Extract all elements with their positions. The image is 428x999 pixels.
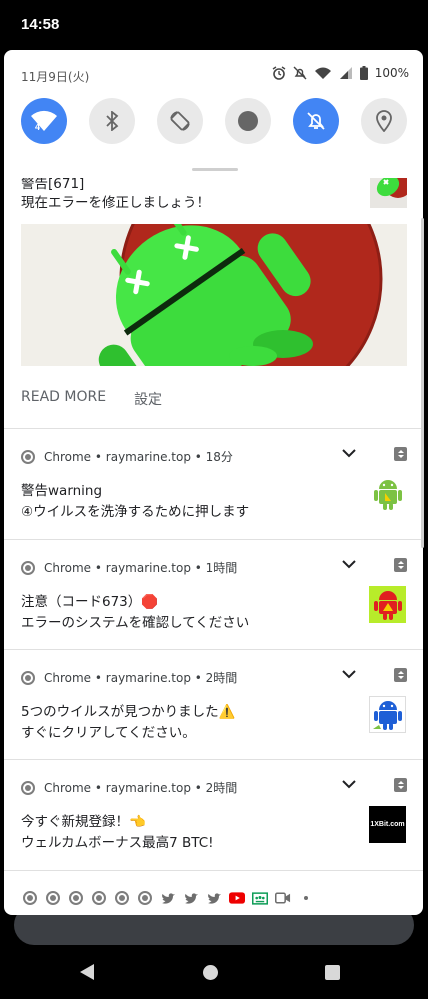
notification-title: 警告warning: [21, 483, 103, 499]
twitter-icon: [160, 890, 176, 906]
chrome-icon: [137, 890, 153, 906]
notification-actions: READ MORE 設定: [21, 389, 162, 409]
battery-icon: [359, 66, 368, 80]
tile-record[interactable]: [225, 98, 271, 144]
tile-auto-rotate[interactable]: [157, 98, 203, 144]
notification-header: Chrome • raymarine.top • 2時間: [21, 779, 237, 796]
chrome-icon: [21, 780, 35, 795]
battery-percent: 100%: [374, 66, 409, 80]
expand-chevron-icon[interactable]: [342, 559, 356, 569]
status-time: 14:58: [21, 16, 60, 33]
tile-wifi[interactable]: 4: [21, 98, 67, 144]
1xbit-logo: 1XBit.com: [369, 806, 406, 843]
cell-signal-icon: [339, 67, 352, 79]
android-blue-icon: [369, 696, 406, 733]
wifi-status-icon: [314, 67, 331, 79]
notification-icon-strip[interactable]: [22, 890, 314, 906]
system-icons: 100%: [272, 66, 409, 80]
notification-item[interactable]: Chrome • raymarine.top • 1時間 注意（コード673）🛑…: [4, 540, 423, 650]
chrome-icon: [91, 890, 107, 906]
notification-header: Chrome • raymarine.top • 1時間: [21, 559, 237, 576]
snooze-icon[interactable]: [394, 778, 407, 792]
more-dot-icon: [298, 890, 314, 906]
chrome-icon: [21, 560, 35, 575]
auto-rotate-icon: [170, 111, 190, 131]
notification-source: Chrome • raymarine.top • 18分: [44, 450, 233, 464]
notification-header: Chrome • raymarine.top • 18分: [21, 448, 233, 465]
notification-header: Chrome • raymarine.top • 2時間: [21, 669, 237, 686]
qs-date: 11月9日(火): [21, 70, 90, 84]
mute-icon: [293, 66, 307, 80]
settings-button[interactable]: 設定: [134, 389, 162, 409]
notification-text: すぐにクリアしてください。: [21, 725, 196, 741]
bluetooth-icon: [106, 111, 119, 131]
chrome-icon: [21, 449, 35, 464]
notification-item[interactable]: Chrome • raymarine.top • 2時間 5つのウイルスが見つか…: [4, 650, 423, 760]
divider: [4, 870, 423, 871]
notification-item[interactable]: Chrome • raymarine.top • 18分 警告warning ④…: [4, 429, 423, 539]
classroom-icon: [252, 890, 268, 906]
recents-icon[interactable]: [325, 965, 340, 980]
snooze-icon[interactable]: [394, 558, 407, 572]
android-broken-thumbnail: [370, 178, 407, 208]
notification-source: Chrome • raymarine.top • 2時間: [44, 781, 238, 795]
wifi-badge: 4: [35, 122, 40, 132]
read-more-button[interactable]: READ MORE: [21, 389, 106, 409]
youtube-icon: [229, 890, 245, 906]
notification-list: 警告[671] 現在エラーを修正しましょう！ READ MORE 設定 Chro…: [4, 178, 423, 915]
android-warning-icon: [369, 586, 406, 623]
notification-text: ④ウイルスを洗浄するために押します: [21, 504, 250, 520]
wifi-icon: 4: [31, 110, 57, 132]
notification-title: 注意（コード673）🛑: [21, 594, 159, 610]
chrome-icon: [22, 890, 38, 906]
notification-source: Chrome • raymarine.top • 1時間: [44, 561, 238, 575]
home-icon[interactable]: [203, 965, 218, 980]
notification-big-picture: [21, 224, 407, 366]
chrome-icon: [45, 890, 61, 906]
notifications-off-icon: [307, 112, 325, 130]
notification-item[interactable]: Chrome • raymarine.top • 2時間 今すぐ新規登録！👈 ウ…: [4, 760, 423, 870]
notification-text: エラーのシステムを確認してください: [21, 615, 250, 631]
back-icon[interactable]: [80, 964, 94, 980]
notification-title: 今すぐ新規登録！👈: [21, 814, 146, 830]
tile-do-not-disturb[interactable]: [293, 98, 339, 144]
notification-title: 警告[671]: [21, 178, 85, 192]
chrome-icon: [114, 890, 130, 906]
1xbit-logo-text: 1XBit.com: [370, 821, 405, 828]
quick-settings-panel: 11月9日(火) 100% 4: [4, 50, 423, 178]
notification-text: ウェルカムボーナス最高7 BTC!: [21, 835, 214, 851]
alarm-icon: [272, 66, 286, 80]
qs-tiles: 4: [21, 98, 407, 144]
chrome-icon: [21, 670, 35, 685]
record-icon: [238, 111, 258, 131]
meet-icon: [275, 890, 291, 906]
twitter-icon: [206, 890, 222, 906]
notification-source: Chrome • raymarine.top • 2時間: [44, 671, 238, 685]
expand-chevron-icon[interactable]: [342, 448, 356, 458]
snooze-icon[interactable]: [394, 668, 407, 682]
status-bar: 14:58: [0, 0, 428, 50]
location-icon: [376, 110, 392, 132]
qs-drag-handle[interactable]: [192, 168, 238, 171]
twitter-icon: [183, 890, 199, 906]
expand-chevron-icon[interactable]: [342, 669, 356, 679]
expand-chevron-icon[interactable]: [342, 779, 356, 789]
android-icon: [369, 475, 406, 512]
chrome-icon: [68, 890, 84, 906]
tile-location[interactable]: [361, 98, 407, 144]
snooze-icon[interactable]: [394, 447, 407, 461]
notification-text: 現在エラーを修正しましょう！: [21, 195, 210, 211]
tile-bluetooth[interactable]: [89, 98, 135, 144]
notification-title: 5つのウイルスが見つかりました⚠️: [21, 704, 236, 720]
scrollbar[interactable]: [421, 218, 424, 548]
